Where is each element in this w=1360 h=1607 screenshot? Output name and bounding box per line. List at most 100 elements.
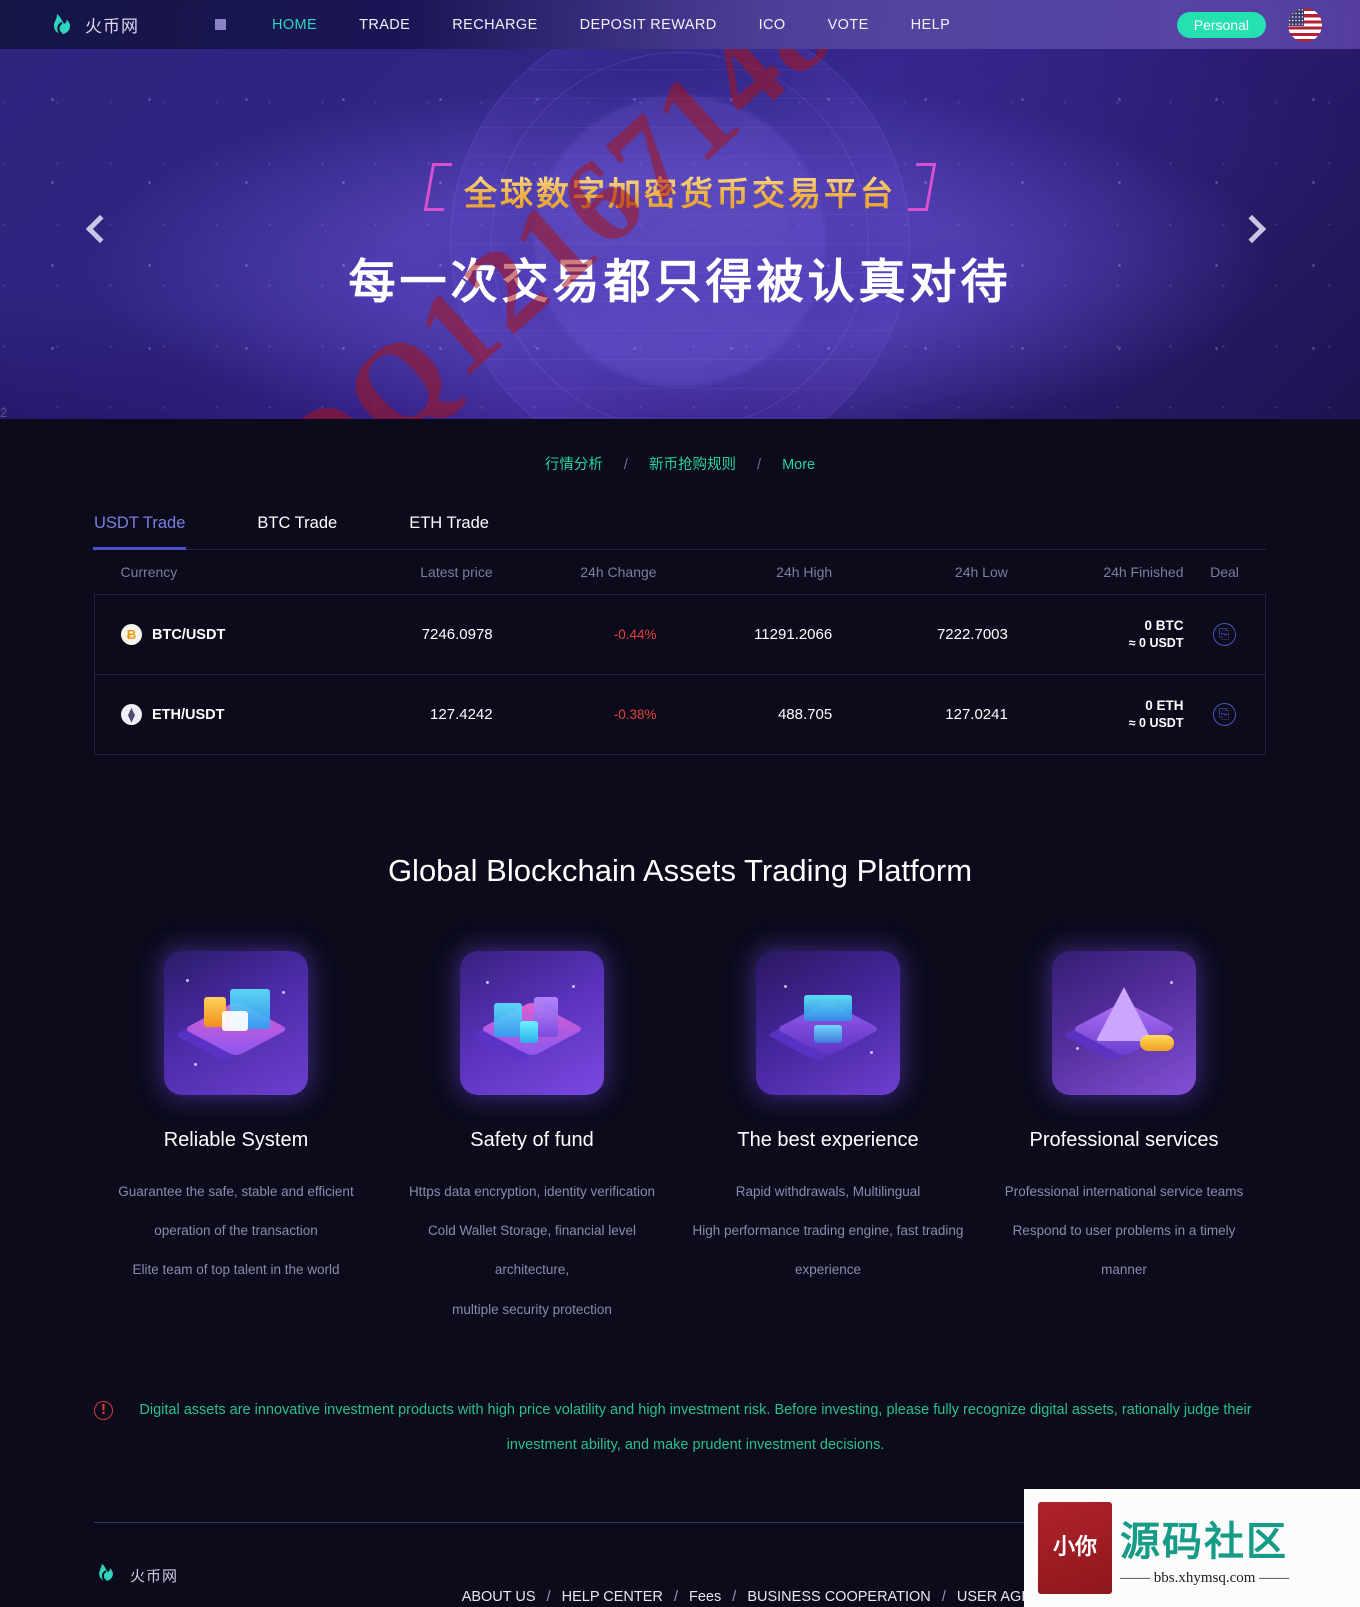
feature-card-reliable-system: Reliable System Guarantee the safe, stab… (100, 951, 372, 1329)
chevron-right-icon (1237, 214, 1267, 244)
nav-item-ico[interactable]: ICO (759, 17, 786, 33)
seal-icon: 小你 (1038, 1502, 1112, 1594)
cell-24h-finished: 0 BTC ≈ 0 USDT (1007, 594, 1184, 676)
watermark-title: 源码社区 (1120, 1519, 1288, 1565)
footer-separator: / (732, 1589, 737, 1606)
feature-desc-line: experience (794, 1262, 862, 1278)
page-title: Global Blockchain Assets Trading Platfor… (387, 853, 973, 889)
source-community-watermark: 小你 源码社区 —— bbs.xhymsq.com —— (1024, 1489, 1360, 1607)
footer-brand-name: 火币网 (130, 1566, 179, 1585)
col-24h-high: 24h High (656, 549, 833, 595)
footer-link-fees[interactable]: Fees (689, 1589, 721, 1605)
feature-desc-line: Respond to user problems in a timely man… (1012, 1223, 1236, 1278)
table-row[interactable]: Ƀ BTC/USDT 7246.0978 -0.44% 11291.2066 7… (93, 594, 1267, 676)
footer-separator: / (673, 1589, 678, 1606)
safety-of-fund-illustration (460, 951, 604, 1096)
feature-desc-line: Professional international service teams (1004, 1184, 1244, 1200)
tab-btc-trade[interactable]: BTC Trade (257, 514, 337, 549)
hero-carousel: 全球数字加密货币交易平台 每一次交易都只得被认真对待 (0, 49, 1360, 419)
cell-deal: ⎘ (1183, 594, 1267, 676)
feature-card-best-experience: The best experience Rapid withdrawals, M… (692, 951, 964, 1329)
cell-24h-low: 127.0241 (832, 674, 1008, 756)
tab-eth-trade[interactable]: ETH Trade (409, 514, 489, 549)
nav-item-recharge[interactable]: RECHARGE (452, 17, 537, 33)
us-flag-icon[interactable] (1288, 7, 1322, 42)
cell-deal: ⎘ (1183, 674, 1267, 756)
footer-separator: / (941, 1589, 946, 1606)
page-root: 火币网 HOME TRADE RECHARGE DEPOSIT REWARD I… (0, 0, 1360, 1607)
hero-title: 每一次交易都只得被认真对待 (348, 255, 1012, 310)
footer-link-business-cooperation[interactable]: BUSINESS COOPERATION (747, 1589, 930, 1605)
nav-item-help[interactable]: HELP (911, 17, 950, 33)
cell-latest-price: 127.4242 (316, 674, 493, 756)
huobi-logo-icon (48, 11, 76, 39)
col-24h-finished: 24h Finished (1007, 549, 1184, 595)
main-nav: HOME TRADE RECHARGE DEPOSIT REWARD ICO V… (272, 17, 950, 33)
cell-currency: Ƀ BTC/USDT (93, 594, 317, 676)
market-table: Currency Latest price 24h Change 24h Hig… (93, 549, 1267, 756)
table-row[interactable]: ⧫ ETH/USDT 127.4242 -0.38% 488.705 127.0… (93, 674, 1267, 756)
feature-card-safety-of-fund: Safety of fund Https data encryption, id… (396, 951, 668, 1329)
quicklink-separator-1: / (623, 457, 628, 473)
bitcoin-icon: Ƀ (121, 624, 142, 646)
nav-item-vote[interactable]: VOTE (828, 17, 869, 33)
feature-desc-line: Https data encryption, identity verifica… (408, 1184, 656, 1200)
cell-latest-price: 7246.0978 (316, 594, 493, 676)
quick-links: 行情分析 / 新币抢购规则 / More (0, 453, 1360, 474)
header-right-group: Personal (1176, 7, 1322, 42)
footer-link-about-us[interactable]: ABOUT US (462, 1589, 536, 1605)
market-tabs: USDT Trade BTC Trade ETH Trade (92, 514, 1266, 550)
reliable-system-illustration (164, 951, 308, 1096)
risk-notice-text: Digital assets are innovative investment… (139, 1401, 1252, 1453)
brand-name: 火币网 (85, 17, 139, 37)
footer-separator: / (546, 1589, 551, 1606)
feature-desc-line: Elite team of top talent in the world (132, 1262, 340, 1278)
deal-icon[interactable]: ⎘ (1212, 623, 1236, 647)
quicklink-separator-2: / (757, 457, 762, 473)
col-deal: Deal (1183, 549, 1266, 595)
best-experience-illustration (756, 951, 900, 1096)
feature-desc-line: High performance trading engine, fast tr… (692, 1223, 964, 1239)
pair-label: BTC/USDT (152, 626, 226, 643)
features-list: Reliable System Guarantee the safe, stab… (100, 951, 1260, 1329)
cell-24h-low: 7222.7003 (832, 594, 1008, 676)
feature-title: Safety of fund (470, 1129, 594, 1152)
col-24h-low: 24h Low (832, 549, 1008, 595)
professional-services-illustration (1052, 951, 1196, 1096)
feature-title: Reliable System (163, 1129, 309, 1152)
hero-subtitle-wrap: 全球数字加密货币交易平台 (423, 163, 937, 215)
col-latest-price: Latest price (316, 549, 493, 595)
feature-desc-line: Guarantee the safe, stable and efficient (118, 1184, 354, 1200)
watermark-url: —— bbs.xhymsq.com —— (1120, 1570, 1290, 1586)
footer-logo[interactable]: 火币网 (94, 1561, 234, 1589)
risk-notice: ! Digital assets are innovative investme… (94, 1393, 1266, 1463)
nav-item-deposit-reward[interactable]: DEPOSIT REWARD (580, 17, 717, 33)
hero-content: 全球数字加密货币交易平台 每一次交易都只得被认真对待 (0, 49, 1360, 312)
cell-currency: ⧫ ETH/USDT (93, 674, 317, 756)
site-header: 火币网 HOME TRADE RECHARGE DEPOSIT REWARD I… (0, 0, 1360, 49)
carousel-prev-button[interactable] (85, 214, 120, 249)
nav-item-trade[interactable]: TRADE (359, 17, 410, 33)
carousel-next-button[interactable] (1237, 214, 1272, 249)
quicklink-more[interactable]: More (782, 457, 815, 473)
feature-desc: Professional international service teams… (988, 1172, 1260, 1289)
quicklink-new-coin-rules[interactable]: 新币抢购规则 (649, 457, 736, 473)
edge-marker: 2 (0, 405, 8, 420)
brand-logo[interactable]: 火币网 (48, 11, 139, 39)
table-header-row: Currency Latest price 24h Change 24h Hig… (94, 549, 1266, 595)
col-24h-change: 24h Change (492, 549, 657, 595)
footer-link-help-center[interactable]: HELP CENTER (562, 1589, 663, 1605)
feature-desc: Guarantee the safe, stable and efficient… (100, 1172, 372, 1289)
personal-button[interactable]: Personal (1176, 11, 1266, 38)
ethereum-icon: ⧫ (121, 704, 142, 726)
nav-item-home[interactable]: HOME (272, 17, 317, 33)
finished-approx: ≈ 0 USDT (1128, 636, 1184, 651)
cell-24h-high: 11291.2066 (656, 594, 833, 676)
feature-desc-line: Rapid withdrawals, Multilingual (735, 1184, 921, 1200)
feature-desc-line: operation of the transaction (154, 1223, 318, 1239)
quicklink-market-analysis[interactable]: 行情分析 (545, 457, 603, 473)
deal-icon[interactable]: ⎘ (1212, 703, 1236, 727)
finished-amount: 0 ETH (1145, 698, 1184, 714)
tab-usdt-trade[interactable]: USDT Trade (92, 514, 187, 550)
market-panel: USDT Trade BTC Trade ETH Trade Currency … (92, 514, 1267, 756)
